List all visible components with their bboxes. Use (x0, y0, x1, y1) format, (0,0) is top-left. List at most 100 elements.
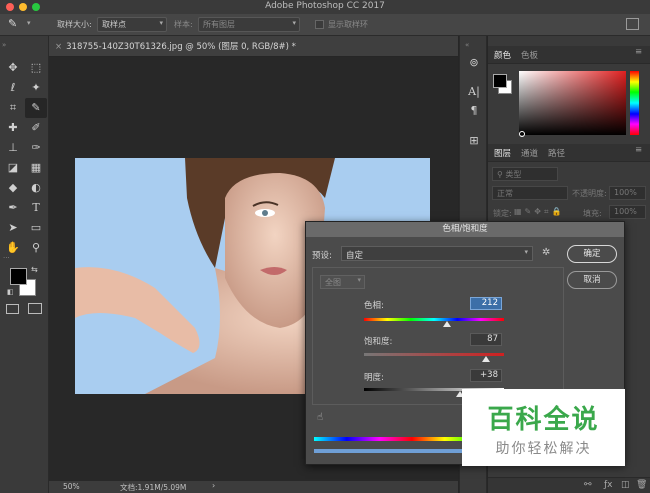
status-menu-arrow-icon[interactable]: › (212, 481, 215, 490)
targeted-adjustment-icon[interactable]: ☝ (317, 412, 323, 423)
channel-select[interactable]: 全图 ▾ (320, 275, 365, 289)
link-icon[interactable]: ⚯ (584, 480, 592, 490)
show-ring-checkbox[interactable] (315, 20, 324, 29)
saturation-label: 饱和度: (364, 337, 393, 347)
color-panel-tabs: 颜色 色板 ≡ (488, 46, 650, 64)
dialog-title: 色相/饱和度 (306, 222, 624, 237)
swap-colors-icon[interactable]: ⇆ (31, 265, 38, 274)
tab-close-icon[interactable]: × (55, 42, 62, 52)
zoom-tool-icon[interactable]: ⚲ (25, 238, 47, 258)
blend-mode-select[interactable]: 正常 (492, 186, 568, 200)
chevron-down-icon: ▾ (357, 276, 361, 284)
layers-footer: ⚯ ƒx ◫ 🗑 (488, 477, 650, 493)
lightness-input[interactable]: +38 (470, 369, 502, 382)
more-tools-icon[interactable]: ··· (3, 254, 10, 262)
show-ring-label: 显示取样环 (328, 20, 368, 29)
pen-tool-icon[interactable]: ✒ (2, 198, 24, 218)
crop-tool-icon[interactable]: ⌗ (2, 98, 24, 118)
type-tool-icon[interactable]: T (25, 198, 47, 218)
app-title: Adobe Photoshop CC 2017 (265, 1, 385, 11)
channel-value: 全图 (325, 278, 341, 287)
hue-slider-track[interactable] (364, 318, 504, 321)
collapse-icon[interactable]: » (2, 41, 6, 49)
opacity-label: 不透明度: (572, 189, 607, 198)
sample-value: 所有图层 (203, 20, 235, 29)
chevron-down-icon: ▾ (159, 19, 163, 27)
eyedropper-tool-icon[interactable]: ✎ (25, 98, 47, 118)
title-bar: Adobe Photoshop CC 2017 (0, 0, 650, 14)
color-picker-cursor[interactable] (519, 131, 525, 137)
hue-slider-thumb[interactable] (443, 321, 451, 327)
tab-paths[interactable]: 路径 (548, 147, 565, 159)
document-tab-bar: × 318755-140Z30T61326.jpg @ 50% (图层 0, RG… (49, 36, 458, 57)
lasso-tool-icon[interactable]: ℓ (2, 78, 24, 98)
foreground-color-swatch[interactable] (10, 268, 27, 285)
cancel-button[interactable]: 取消 (567, 271, 617, 289)
eyedropper-icon[interactable]: ✎ (8, 17, 17, 30)
saturation-slider-thumb[interactable] (482, 356, 490, 362)
rectangle-tool-icon[interactable]: ▭ (25, 218, 47, 238)
tab-swatches[interactable]: 色板 (521, 49, 538, 61)
document-tab-title: 318755-140Z30T61326.jpg @ 50% (图层 0, RGB… (66, 42, 296, 52)
ok-button[interactable]: 确定 (567, 245, 617, 263)
zoom-level[interactable]: 50% (63, 482, 80, 491)
panel-foreground-color[interactable] (493, 74, 507, 88)
preset-value: 自定 (346, 251, 364, 261)
marquee-tool-icon[interactable]: ⬚ (25, 58, 47, 78)
quick-mask-icon[interactable] (6, 304, 19, 314)
chevron-down-icon: ▾ (292, 19, 296, 27)
screen-mode-icon[interactable] (28, 303, 42, 314)
clone-stamp-tool-icon[interactable]: ⊥ (2, 138, 24, 158)
blur-tool-icon[interactable]: ◆ (2, 178, 24, 198)
libraries-icon[interactable]: ⊚ (464, 54, 484, 72)
fill-value: 100% (614, 207, 637, 216)
history-brush-tool-icon[interactable]: ✑ (25, 138, 47, 158)
path-selection-tool-icon[interactable]: ➤ (2, 218, 24, 238)
tools-panel: » ✥ ⬚ ℓ ✦ ⌗ ✎ ✚ ✐ ⊥ ✑ ◪ ▦ ◆ ◐ ✒ T ➤ ▭ ✋ … (0, 36, 49, 493)
hue-slider[interactable] (630, 71, 639, 135)
default-colors-icon[interactable]: ◧ (7, 288, 14, 296)
collapse-icon[interactable]: « (465, 41, 469, 49)
opacity-input[interactable]: 100% (609, 186, 646, 200)
healing-brush-tool-icon[interactable]: ✚ (2, 118, 24, 138)
adjustments-icon[interactable]: ⊞ (464, 132, 484, 150)
new-layer-icon[interactable]: ◫ (621, 480, 630, 490)
sample-select[interactable]: 所有图层 ▾ (198, 17, 300, 32)
brush-tool-icon[interactable]: ✐ (25, 118, 47, 138)
watermark: 百科全说 助你轻松解决 (462, 389, 625, 466)
color-picker-field[interactable] (519, 71, 626, 135)
sample-size-select[interactable]: 取样点 ▾ (97, 17, 167, 32)
watermark-tagline: 助你轻松解决 (495, 441, 592, 457)
panel-menu-icon[interactable]: ≡ (635, 145, 642, 155)
magic-wand-tool-icon[interactable]: ✦ (25, 78, 47, 98)
preset-select[interactable]: 自定 ▾ (341, 246, 533, 261)
paragraph-icon[interactable]: ¶ (464, 102, 484, 120)
tab-color[interactable]: 颜色 (494, 49, 511, 61)
hue-input[interactable]: 212 (470, 297, 502, 310)
blend-mode-value: 正常 (497, 189, 513, 198)
opacity-value: 100% (614, 188, 637, 197)
eraser-tool-icon[interactable]: ◪ (2, 158, 24, 178)
move-tool-icon[interactable]: ✥ (2, 58, 24, 78)
tab-channels[interactable]: 通道 (521, 147, 538, 159)
preset-label: 预设: (312, 251, 332, 261)
fx-icon[interactable]: ƒx (604, 480, 613, 490)
gradient-tool-icon[interactable]: ▦ (25, 158, 47, 178)
layer-filter-select[interactable]: ⚲ 类型 (492, 167, 558, 181)
trash-icon[interactable]: 🗑 (636, 480, 647, 490)
fill-input[interactable]: 100% (609, 205, 646, 219)
options-bar: ✎ ▾ 取样大小: 取样点 ▾ 样本: 所有图层 ▾ 显示取样环 (0, 14, 650, 36)
watermark-brand: 百科全说 (487, 405, 600, 435)
lock-icons[interactable]: ▦✎✥⌗🔒 (514, 207, 564, 217)
gear-icon[interactable]: ✲ (542, 247, 550, 258)
panel-menu-icon[interactable]: ≡ (635, 47, 642, 57)
character-icon[interactable]: A| (464, 83, 484, 101)
tab-layers[interactable]: 图层 (494, 147, 511, 159)
document-tab[interactable]: × 318755-140Z30T61326.jpg @ 50% (图层 0, RG… (55, 40, 296, 52)
tool-preset-chevron-icon[interactable]: ▾ (27, 19, 31, 27)
layer-filter-kind: 类型 (505, 170, 522, 179)
chevron-down-icon: ▾ (524, 248, 528, 256)
saturation-input[interactable]: 87 (470, 333, 502, 346)
dodge-tool-icon[interactable]: ◐ (25, 178, 47, 198)
workspace-icon[interactable] (626, 18, 639, 30)
